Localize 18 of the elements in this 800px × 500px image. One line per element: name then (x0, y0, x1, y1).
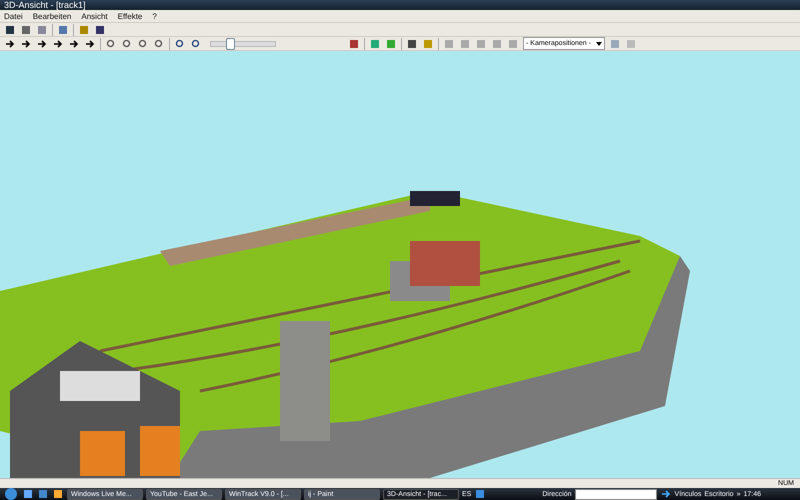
menu-item[interactable]: Ansicht (81, 12, 108, 21)
zoom-slider[interactable] (210, 40, 276, 47)
menu-item[interactable]: Effekte (118, 12, 142, 21)
arrow-icon[interactable] (84, 38, 96, 50)
arrow-icon[interactable] (52, 38, 64, 50)
slider-thumb[interactable] (226, 38, 236, 50)
arrow-icon[interactable] (68, 38, 80, 50)
arrow-icon[interactable] (20, 38, 32, 50)
go-arrow-icon[interactable] (660, 488, 672, 500)
start-button[interactable] (3, 488, 19, 500)
caret-icon (596, 42, 602, 46)
menu-item[interactable]: Datei (4, 12, 23, 21)
arrow-icon[interactable] (4, 38, 16, 50)
window-title: 3D-Ansicht - [track1] (4, 0, 86, 10)
menu-item[interactable]: Bearbeiten (32, 12, 72, 21)
address-field[interactable] (574, 488, 657, 500)
arrow-icon[interactable] (36, 38, 48, 50)
menu-item[interactable]: ? (152, 12, 157, 21)
